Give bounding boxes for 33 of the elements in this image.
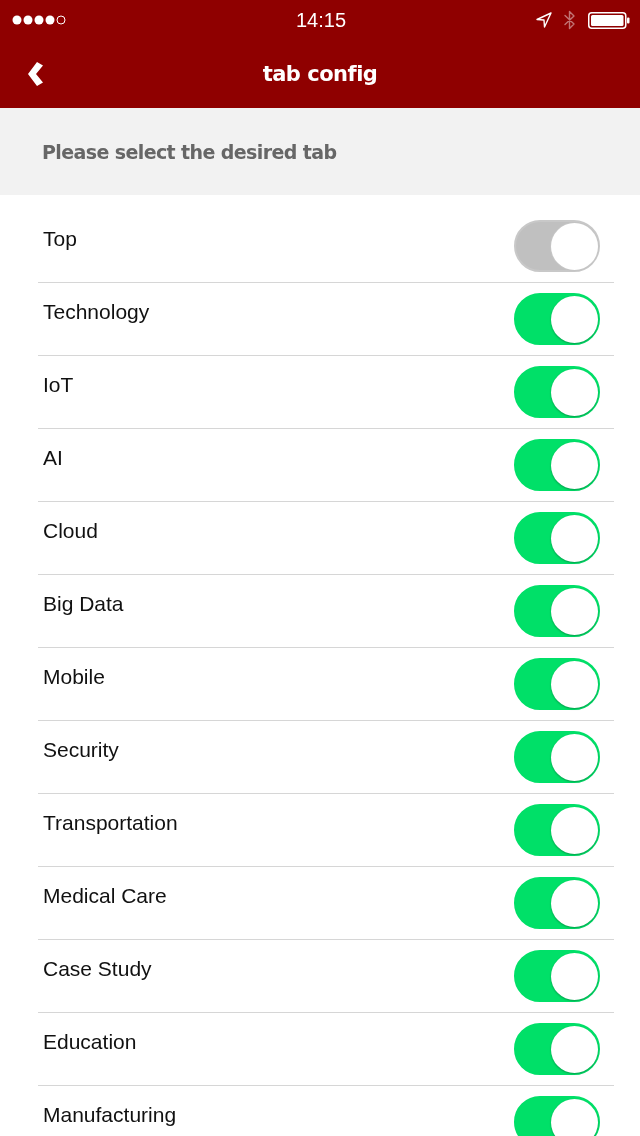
back-icon[interactable] — [28, 62, 46, 86]
toggle-switch[interactable] — [514, 512, 600, 564]
toggle-switch[interactable] — [514, 804, 600, 856]
tab-label: Mobile — [43, 665, 105, 689]
toggle-switch[interactable] — [514, 1023, 600, 1075]
toggle-switch[interactable] — [514, 1096, 600, 1136]
toggle-switch[interactable] — [514, 439, 600, 491]
tab-label: Education — [43, 1030, 137, 1054]
tab-label: Big Data — [43, 592, 124, 616]
tab-label: Transportation — [43, 811, 178, 835]
battery-icon — [588, 11, 630, 29]
signal-icon — [12, 15, 66, 25]
toggle-switch[interactable] — [514, 293, 600, 345]
tab-label: Manufacturing — [43, 1103, 177, 1127]
tab-label: Top — [43, 227, 77, 251]
tab-label: Security — [43, 738, 119, 762]
tab-label: Cloud — [43, 519, 98, 543]
section-header-text: Please select the desired tab — [42, 140, 337, 163]
location-arrow-icon — [536, 12, 552, 28]
tab-label: Medical Care — [43, 884, 167, 908]
tab-label: Technology — [43, 300, 150, 324]
status-time: 14:15 — [295, 8, 347, 32]
tab-label: Case Study — [43, 957, 152, 981]
toggle-switch[interactable] — [514, 731, 600, 783]
bluetooth-icon — [564, 10, 576, 30]
toggle-switch[interactable] — [514, 950, 600, 1002]
toggle-switch[interactable] — [514, 877, 600, 929]
nav-title: tab config — [262, 62, 378, 86]
tab-label: AI — [43, 446, 63, 470]
tab-label: IoT — [43, 373, 74, 397]
toggle-switch[interactable] — [514, 658, 600, 710]
toggle-switch[interactable] — [514, 366, 600, 418]
toggle-switch[interactable] — [514, 585, 600, 637]
